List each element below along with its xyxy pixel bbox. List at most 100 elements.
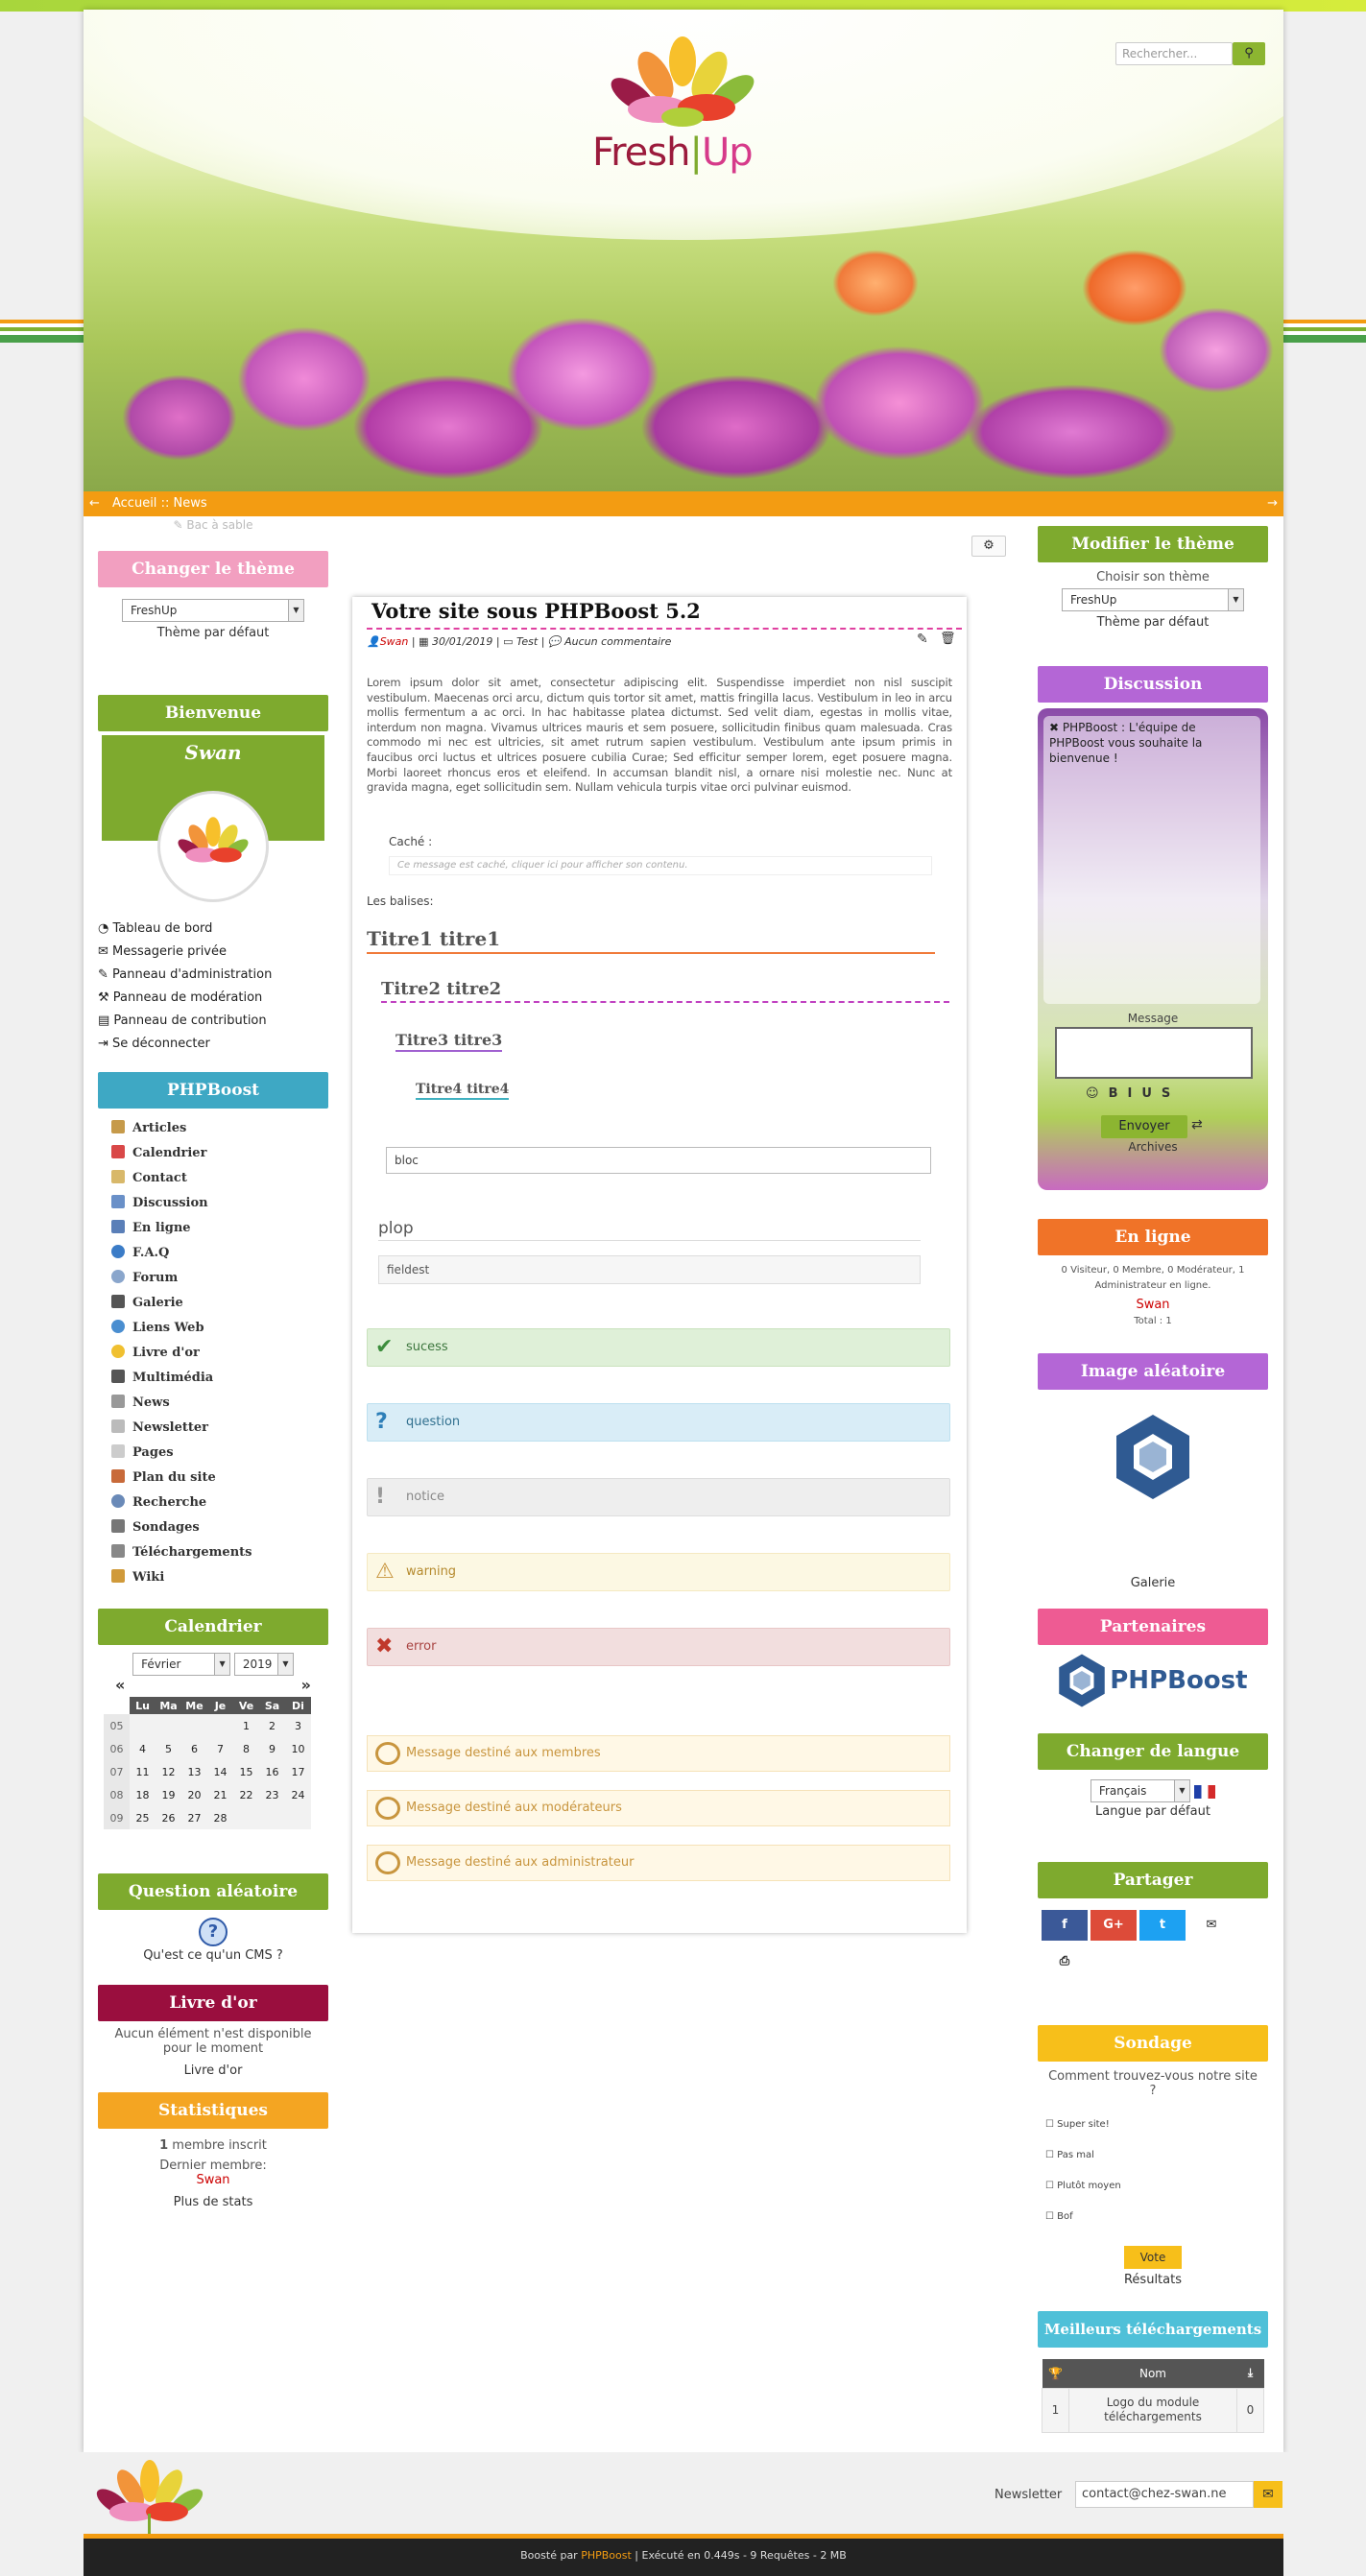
gallery-link[interactable]: Galerie [1038, 1576, 1268, 1590]
nav-gallery[interactable]: Galerie [98, 1291, 328, 1316]
sandbox-link[interactable]: ✎ Bac à sable [98, 518, 328, 532]
italic-icon[interactable]: I [1127, 1086, 1141, 1101]
random-image-title: Image aléatoire [1038, 1353, 1268, 1390]
nav-newsletter[interactable]: Newsletter [98, 1416, 328, 1441]
question-text[interactable]: Qu'est ce qu'un CMS ? [98, 1948, 328, 1963]
faq-icon [111, 1245, 125, 1258]
download-link[interactable]: Logo du module téléchargements [1068, 2387, 1237, 2433]
envelope-icon[interactable]: ✉ [1254, 2481, 1282, 2508]
random-image-thumbnail[interactable] [1114, 1413, 1191, 1501]
facebook-share-button[interactable]: f [1042, 1910, 1088, 1941]
arrow-left-icon[interactable]: ← [89, 491, 100, 516]
close-icon[interactable]: ✖ [1049, 721, 1063, 734]
strike-icon[interactable]: S [1162, 1086, 1180, 1101]
contribution-link[interactable]: ▤ Panneau de contribution [98, 1010, 328, 1033]
messages-link[interactable]: ✉ Messagerie privée [98, 941, 328, 964]
guestbook-link[interactable]: Livre d'or [98, 2063, 328, 2078]
search-icon[interactable]: ⚲ [1233, 42, 1265, 65]
chat-format-toolbar: ☺BIUS [1086, 1086, 1180, 1101]
breadcrumb-home[interactable]: Accueil [112, 496, 156, 511]
folder-icon: ▭ [503, 635, 514, 648]
nav-downloads[interactable]: Téléchargements [98, 1540, 328, 1565]
googleplus-share-button[interactable]: G+ [1090, 1910, 1137, 1941]
calendar-prev[interactable]: « [115, 1676, 125, 1694]
nav-forum[interactable]: Forum [98, 1266, 328, 1291]
welcome-username: Swan [184, 741, 242, 764]
nav-news[interactable]: News [98, 1391, 328, 1416]
dashboard-link[interactable]: ◔ Tableau de bord [98, 918, 328, 941]
nav-wiki[interactable]: Wiki [98, 1565, 328, 1590]
newsletter-email-input[interactable]: contact@chez-swan.ne [1075, 2481, 1254, 2508]
nav-faq[interactable]: F.A.Q [98, 1241, 328, 1266]
chevron-down-icon: ▼ [214, 1654, 230, 1675]
trophy-icon: 🏆 [1048, 2366, 1063, 2380]
nav-guestbook[interactable]: Livre d'or [98, 1341, 328, 1366]
online-user-link[interactable]: Swan [1038, 1298, 1268, 1312]
discussion-icon [111, 1195, 125, 1208]
more-stats-link[interactable]: Plus de stats [98, 2195, 328, 2209]
heading-2: Titre2 titre2 [381, 979, 949, 1003]
last-member-link[interactable]: Swan [98, 2173, 328, 2187]
news-icon [111, 1395, 125, 1408]
calendar-next[interactable]: » [301, 1676, 311, 1694]
poll-option[interactable]: ☐ Pas mal [1045, 2140, 1268, 2171]
multimedia-icon [111, 1370, 125, 1383]
theme-select-right[interactable]: FreshUp ▼ [1062, 588, 1244, 611]
comments-link[interactable]: Aucun commentaire [564, 635, 671, 648]
search-input[interactable]: Rechercher... [1115, 42, 1233, 65]
nav-calendar[interactable]: Calendrier [98, 1141, 328, 1166]
article-title[interactable]: Votre site sous PHPBoost 5.2 [371, 599, 701, 623]
vote-button[interactable]: Vote [1124, 2246, 1182, 2269]
author-link[interactable]: Swan [380, 635, 409, 648]
chat-send-button[interactable]: Envoyer [1101, 1115, 1187, 1138]
poll-question: Comment trouvez-vous notre site ? [1048, 2069, 1258, 2098]
edit-icon[interactable]: ✎ [917, 632, 928, 647]
admin-link[interactable]: ✎ Panneau d'administration [98, 964, 328, 987]
table-row[interactable]: 1 Logo du module téléchargements 0 [1042, 2387, 1264, 2433]
poll-option[interactable]: ☐ Super site! [1045, 2110, 1268, 2140]
month-select[interactable]: Février ▼ [132, 1653, 231, 1676]
nav-sitemap[interactable]: Plan du site [98, 1466, 328, 1491]
forum-icon [111, 1270, 125, 1283]
category-link[interactable]: Test [516, 635, 538, 648]
nav-articles[interactable]: Articles [98, 1116, 328, 1141]
language-select[interactable]: Français ▼ [1090, 1779, 1190, 1802]
share-title: Partager [1038, 1862, 1268, 1898]
theme-select[interactable]: FreshUp ▼ [122, 599, 304, 622]
breadcrumb-current[interactable]: News [173, 496, 206, 511]
arrow-right-icon[interactable]: → [1267, 491, 1278, 516]
email-share-button[interactable]: ✉ [1188, 1910, 1234, 1941]
gear-icon[interactable]: ⚙ [971, 536, 1006, 557]
moderation-link[interactable]: ⚒ Panneau de modération [98, 987, 328, 1010]
guestbook-title: Livre d'or [98, 1985, 328, 2021]
poll-option[interactable]: ☐ Plutôt moyen [1045, 2171, 1268, 2202]
twitter-share-button[interactable]: t [1139, 1910, 1186, 1941]
underline-icon[interactable]: U [1141, 1086, 1162, 1101]
chat-input[interactable] [1055, 1027, 1253, 1079]
nav-weblinks[interactable]: Liens Web [98, 1316, 328, 1341]
logout-icon: ⇥ [98, 1037, 113, 1051]
results-link[interactable]: Résultats [1038, 2273, 1268, 2287]
nav-search[interactable]: Recherche [98, 1491, 328, 1515]
gallery-icon [111, 1295, 125, 1308]
poll-option[interactable]: ☐ Bof [1045, 2202, 1268, 2232]
avatar[interactable] [157, 791, 269, 902]
refresh-icon[interactable]: ⇄ [1191, 1117, 1203, 1133]
nav-online[interactable]: En ligne [98, 1216, 328, 1241]
hidden-content[interactable]: Ce message est caché, cliquer ici pour a… [389, 856, 932, 875]
nav-discussion[interactable]: Discussion [98, 1191, 328, 1216]
smiley-icon[interactable]: ☺ [1086, 1086, 1109, 1101]
logout-link[interactable]: ⇥ Se déconnecter [98, 1033, 328, 1056]
print-button[interactable]: ⎙ [1042, 1946, 1088, 1977]
nav-contact[interactable]: Contact [98, 1166, 328, 1191]
file-icon: ▤ [98, 1014, 114, 1028]
partner-phpboost-logo[interactable]: PHPBoost [1038, 1653, 1268, 1710]
chat-archives-link[interactable]: Archives [1038, 1140, 1268, 1154]
phpboost-link[interactable]: PHPBoost [581, 2549, 632, 2562]
nav-polls[interactable]: Sondages [98, 1515, 328, 1540]
bold-icon[interactable]: B [1109, 1086, 1128, 1101]
nav-multimedia[interactable]: Multimédia [98, 1366, 328, 1391]
nav-pages[interactable]: Pages [98, 1441, 328, 1466]
year-select[interactable]: 2019 ▼ [233, 1653, 294, 1676]
trash-icon[interactable]: 🗑 [940, 632, 956, 646]
